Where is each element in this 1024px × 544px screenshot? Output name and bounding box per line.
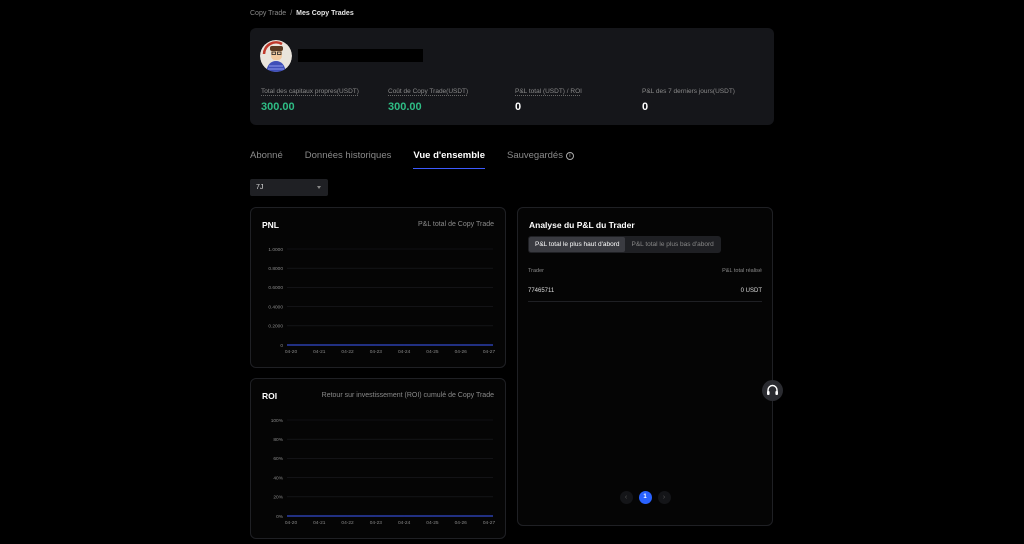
roi-chart-card: ROI Retour sur investissement (ROI) cumu… [250,378,506,539]
roi-x-tick-label: 04-21 [313,520,326,526]
stat-total-pnl-roi: P&L total (USDT) / ROI 0 [515,88,582,113]
customer-support-button[interactable] [762,380,783,401]
breadcrumb-current: Mes Copy Trades [296,10,354,17]
sort-lowest-first-button[interactable]: P&L total le plus bas d'abord [625,237,719,252]
pnl-x-tick-label: 04-21 [313,349,326,355]
stat-total-equity: Total des capitaux propres(USDT) 300.00 [261,88,359,113]
pnl-data-point [403,344,405,346]
row-divider [528,301,762,302]
column-header-trader: Trader [528,268,544,274]
chevron-down-icon [317,186,321,189]
table-row-trader-id[interactable]: 77465711 [528,288,554,294]
roi-y-tick-label: 100% [271,418,284,424]
period-select-value: 7J [256,184,264,191]
pnl-x-tick-label: 04-22 [341,349,354,355]
tab-sauvegardes-label: Sauvegardés [506,150,563,161]
pnl-data-point [375,344,377,346]
roi-y-tick-label: 80% [273,437,283,443]
tab-sauvegardes[interactable]: Sauvegardés i [507,150,574,169]
tab-bar: Abonné Données historiques Vue d'ensembl… [250,150,596,169]
pnl-x-tick-label: 04-20 [285,349,298,355]
headset-icon [767,384,778,395]
stat-copy-trade-cost: Coût de Copy Trade(USDT) 300.00 [388,88,468,113]
sort-highest-first-button[interactable]: P&L total le plus haut d'abord [529,237,626,252]
pnl-y-tick-label: 0 [280,343,283,349]
roi-data-point [375,515,377,517]
pnl-x-tick-label: 04-24 [398,349,411,355]
avatar [260,40,292,72]
tab-abonne[interactable]: Abonné [250,150,283,169]
pagination-next-button[interactable]: › [657,491,671,504]
roi-data-point [290,515,292,517]
column-header-realized-pnl: P&L total réalisé [722,268,762,274]
pnl-y-tick-label: 0.8000 [268,266,283,272]
sort-toggle: P&L total le plus haut d'abord P&L total… [528,236,721,253]
breadcrumb-separator: / [290,10,293,17]
stat-copy-trade-cost-value: 300.00 [388,101,422,113]
pagination-page-1[interactable]: 1 [638,491,652,504]
breadcrumb-copy-trade-link[interactable]: Copy Trade [250,10,286,17]
avatar-illustration-icon [260,40,292,72]
analysis-title: Analyse du P&L du Trader [529,220,635,230]
pagination: ‹ 1 › [518,491,772,504]
stat-total-equity-value: 300.00 [261,101,295,113]
roi-chart: 0% 20% 40% 60% 80% 100% 04-20 04-21 04-22 04-23 04… [271,418,496,526]
roi-data-point [488,515,490,517]
roi-data-point [432,515,433,517]
roi-x-tick-label: 04-27 [483,520,496,526]
stat-total-pnl-roi-label[interactable]: P&L total (USDT) / ROI [515,88,582,95]
roi-data-point [460,515,462,517]
info-icon[interactable]: i [565,152,574,160]
pnl-x-tick-label: 04-25 [426,349,439,355]
tab-donnees-historiques[interactable]: Données historiques [305,150,392,169]
pnl-data-point [347,344,348,346]
table-row-realized-pnl: 0 USDT [740,288,762,294]
pnl-data-point [432,344,433,346]
tab-vue-ensemble[interactable]: Vue d'ensemble [413,150,485,169]
pnl-x-tick-label: 04-27 [483,349,496,355]
roi-x-tick-label: 04-20 [285,520,298,526]
roi-x-tick-label: 04-22 [341,520,354,526]
pnl-data-point [290,344,292,346]
roi-x-tick-label: 04-23 [370,520,383,526]
stat-7day-pnl: P&L des 7 derniers jours(USDT) 0 [642,88,735,113]
pnl-x-tick-label: 04-26 [455,349,468,355]
pnl-y-tick-label: 1.0000 [268,247,283,253]
stat-total-pnl-roi-value: 0 [515,101,522,113]
pnl-data-point [488,344,490,346]
period-select[interactable]: 7J [250,179,328,196]
stat-7day-pnl-value: 0 [642,101,649,113]
roi-x-tick-label: 04-24 [398,520,411,526]
roi-x-tick-label: 04-26 [455,520,468,526]
roi-y-tick-label: 60% [273,456,283,462]
pnl-chart: 0 0.2000 0.4000 0.6000 0.8000 1.0000 04-20 04-2… [268,247,496,355]
roi-x-tick-label: 04-25 [426,520,439,526]
redacted-username [298,49,423,62]
roi-y-tick-label: 0% [276,514,284,520]
breadcrumb: Copy Trade / Mes Copy Trades [250,10,354,17]
pnl-x-tick-label: 04-23 [370,349,383,355]
pnl-y-tick-label: 0.6000 [268,285,283,291]
roi-data-point [347,515,348,517]
trader-pnl-analysis-card: Analyse du P&L du Trader P&L total le pl… [517,207,773,526]
stat-total-equity-label[interactable]: Total des capitaux propres(USDT) [261,88,359,95]
summary-card: Total des capitaux propres(USDT) 300.00 … [250,28,774,125]
pnl-y-tick-label: 0.4000 [268,304,283,310]
roi-y-tick-label: 20% [273,495,283,501]
stat-copy-trade-cost-label[interactable]: Coût de Copy Trade(USDT) [388,88,468,95]
pnl-chart-card: PNL P&L total de Copy Trade 0 0.2000 0.400… [250,207,506,368]
stat-7day-pnl-label: P&L des 7 derniers jours(USDT) [642,88,735,95]
roi-data-point [318,515,320,517]
pagination-prev-button[interactable]: ‹ [619,491,633,504]
pnl-data-point [318,344,320,346]
pnl-data-point [460,344,462,346]
roi-y-tick-label: 40% [273,475,283,481]
roi-data-point [403,515,405,517]
pnl-y-tick-label: 0.2000 [268,324,283,330]
